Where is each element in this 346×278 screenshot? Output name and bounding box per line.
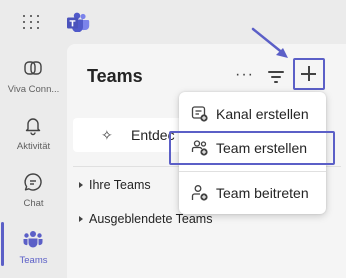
menu-item-label: Team beitreten: [216, 185, 309, 201]
team-add-icon: [191, 139, 209, 157]
rail-item-viva-connections[interactable]: Viva Conn...: [0, 50, 67, 106]
menu-item-label: Team erstellen: [216, 140, 308, 156]
team-join-icon: [191, 184, 209, 202]
rail-item-label: Teams: [19, 255, 48, 266]
sparkle-icon: ✧: [101, 127, 113, 143]
teams-icon: [21, 227, 45, 251]
channel-add-icon: [191, 105, 209, 123]
section-hidden-teams[interactable]: Ausgeblendete Teams: [79, 212, 212, 226]
title-bar: [0, 0, 346, 44]
rail-item-label: Aktivität: [16, 141, 51, 152]
menu-item-join-team[interactable]: Team beitreten: [179, 177, 326, 209]
more-options-button[interactable]: ···: [235, 66, 254, 84]
app-launcher-icon[interactable]: [20, 12, 44, 32]
filter-icon[interactable]: [267, 68, 285, 84]
section-your-teams[interactable]: Ihre Teams: [79, 178, 151, 192]
page-title: Teams: [87, 66, 143, 86]
rail-item-teams[interactable]: Teams: [0, 221, 67, 277]
menu-item-label: Kanal erstellen: [216, 106, 309, 122]
rail-item-label: Chat: [23, 198, 44, 209]
create-or-join-button[interactable]: [293, 58, 325, 90]
viva-connections-icon: [21, 56, 45, 80]
rail-item-chat[interactable]: Chat: [0, 164, 67, 220]
rail-item-label: Viva Conn...: [7, 84, 60, 95]
menu-divider: [179, 171, 326, 172]
app-rail: Viva Conn... Aktivität Chat Teams: [0, 44, 67, 278]
teams-logo-icon: [66, 12, 90, 33]
bell-icon: [21, 113, 45, 137]
rail-item-activity[interactable]: Aktivität: [0, 107, 67, 163]
chat-icon: [21, 170, 45, 194]
menu-item-create-team[interactable]: Team erstellen: [169, 131, 335, 165]
chevron-right-icon: [79, 182, 83, 188]
create-join-menu: Kanal erstellen Team erstellen Team beit…: [169, 92, 335, 214]
chevron-right-icon: [79, 216, 83, 222]
menu-item-create-channel[interactable]: Kanal erstellen: [179, 98, 326, 130]
